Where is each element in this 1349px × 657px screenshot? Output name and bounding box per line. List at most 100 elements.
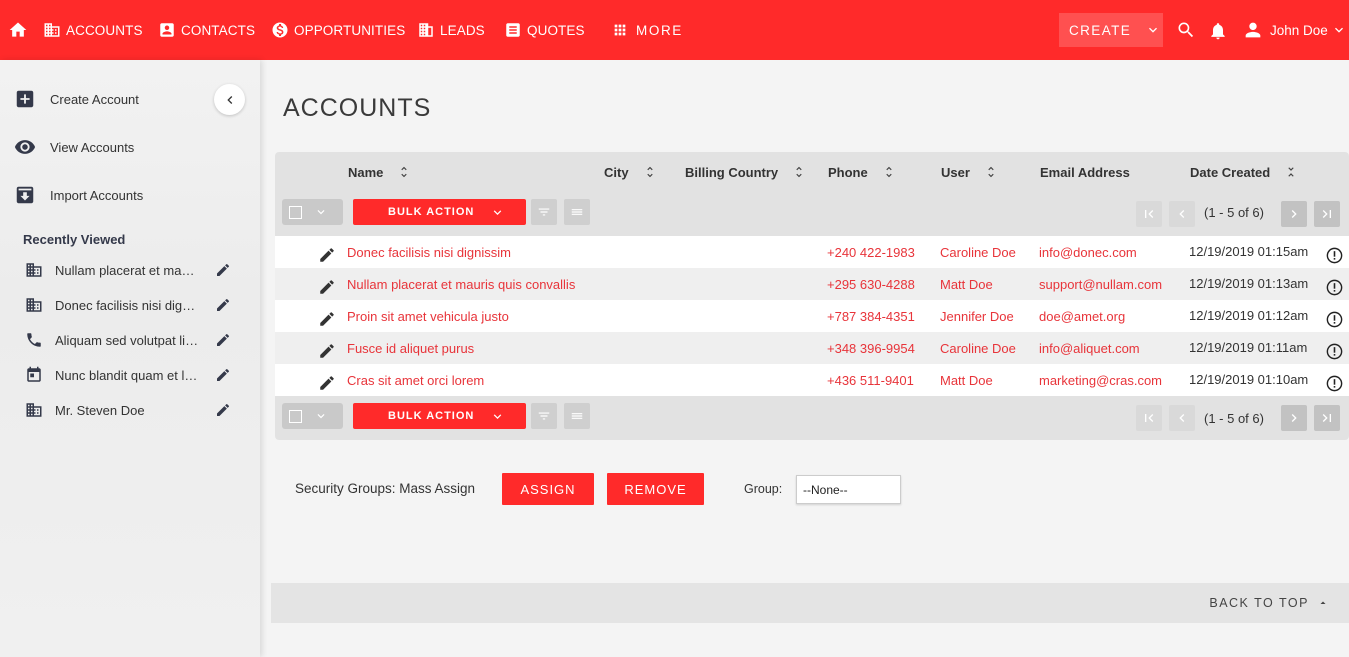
eye-icon (14, 140, 36, 154)
email-link[interactable]: doe@amet.org (1039, 309, 1125, 324)
recent-item[interactable]: Nunc blandit quam et lorem (25, 363, 240, 387)
phone-link[interactable]: +436 511-9401 (827, 373, 914, 388)
create-button[interactable]: CREATE (1059, 13, 1163, 47)
next-page-button[interactable] (1281, 405, 1307, 431)
column-chooser-button[interactable] (564, 199, 590, 225)
collapse-sidebar-button[interactable] (214, 84, 245, 115)
column-header-city[interactable]: City (604, 162, 657, 182)
column-header-label: User (941, 164, 970, 180)
info-icon[interactable] (1325, 374, 1344, 393)
back-to-top-button[interactable]: BACK TO TOP (1209, 596, 1329, 610)
pencil-icon[interactable] (215, 367, 231, 383)
remove-button[interactable]: REMOVE (607, 473, 704, 505)
next-page-button[interactable] (1281, 201, 1307, 227)
user-link[interactable]: Matt Doe (940, 277, 993, 292)
table-row[interactable]: Nullam placerat et mauris quis convallis… (275, 268, 1349, 300)
recent-item[interactable]: Mr. Steven Doe (25, 398, 240, 422)
recent-item[interactable]: Aliquam sed volutpat libero (25, 328, 240, 352)
phone-link[interactable]: +240 422-1983 (827, 245, 915, 260)
table-row[interactable]: Proin sit amet vehicula justo +787 384-4… (275, 300, 1349, 332)
select-all-checkbox[interactable] (289, 205, 302, 219)
email-link[interactable]: marketing@cras.com (1039, 373, 1162, 388)
first-page-button[interactable] (1136, 201, 1162, 227)
filter-icon (538, 412, 550, 420)
table-row[interactable]: Donec facilisis nisi dignissim +240 422-… (275, 236, 1349, 268)
account-name-link[interactable]: Cras sit amet orci lorem (347, 373, 484, 388)
column-header-user[interactable]: User (941, 162, 998, 182)
pencil-icon[interactable] (318, 342, 336, 360)
phone-link[interactable]: +787 384-4351 (827, 309, 915, 324)
account-name-link[interactable]: Nullam placerat et mauris quis convallis (347, 277, 575, 292)
pencil-icon[interactable] (215, 262, 231, 278)
group-select[interactable]: --None-- (796, 475, 901, 504)
last-page-button[interactable] (1314, 405, 1340, 431)
column-header-date-created[interactable]: Date Created (1190, 162, 1298, 182)
pencil-icon[interactable] (318, 374, 336, 392)
bulk-action-button[interactable]: BULK ACTION (353, 403, 526, 429)
phone-link[interactable]: +295 630-4288 (827, 277, 915, 292)
date-created: 12/19/2019 01:12am (1189, 308, 1309, 323)
nav-contacts[interactable]: CONTACTS (158, 0, 255, 60)
pencil-icon[interactable] (318, 246, 336, 264)
email-link[interactable]: info@aliquet.com (1039, 341, 1140, 356)
recent-item[interactable]: Nullam placerat et mauris quis convallis (25, 258, 240, 282)
home-button[interactable] (8, 0, 28, 60)
info-icon[interactable] (1325, 278, 1344, 297)
select-all-checkbox[interactable] (289, 409, 302, 423)
sidebar-view-accounts[interactable]: View Accounts (14, 135, 134, 159)
column-chooser-button[interactable] (564, 403, 590, 429)
table-row[interactable]: Cras sit amet orci lorem +436 511-9401 M… (275, 364, 1349, 396)
back-to-top-label: BACK TO TOP (1209, 596, 1309, 610)
account-name-link[interactable]: Fusce id aliquet purus (347, 341, 474, 356)
chevron-left-icon (226, 95, 232, 104)
nav-accounts[interactable]: ACCOUNTS (43, 0, 143, 60)
email-link[interactable]: info@donec.com (1039, 245, 1137, 260)
nav-leads[interactable]: LEADS (417, 0, 485, 60)
column-header-billing-country[interactable]: Billing Country (685, 162, 806, 182)
column-header-label: Email Address (1040, 164, 1130, 180)
pencil-icon[interactable] (215, 332, 231, 348)
nav-quotes[interactable]: QUOTES (504, 0, 585, 60)
account-name-link[interactable]: Proin sit amet vehicula justo (347, 309, 509, 324)
bulk-action-button[interactable]: BULK ACTION (353, 199, 526, 225)
pencil-icon[interactable] (318, 278, 336, 296)
column-header-label: Name (348, 164, 384, 180)
user-link[interactable]: Matt Doe (940, 373, 993, 388)
first-page-button[interactable] (1136, 405, 1162, 431)
assign-button[interactable]: ASSIGN (502, 473, 594, 505)
filter-button[interactable] (531, 199, 557, 225)
table-row[interactable]: Fusce id aliquet purus +348 396-9954 Car… (275, 332, 1349, 364)
document-icon (506, 23, 520, 37)
select-all-dropdown[interactable] (282, 403, 343, 429)
info-icon[interactable] (1325, 342, 1344, 361)
prev-page-button[interactable] (1169, 201, 1195, 227)
last-page-button[interactable] (1314, 201, 1340, 227)
pencil-icon[interactable] (318, 310, 336, 328)
nav-opportunities[interactable]: OPPORTUNITIES (271, 0, 405, 60)
recent-item[interactable]: Donec facilisis nisi dignissim (25, 293, 240, 317)
select-all-dropdown[interactable] (282, 199, 343, 225)
pencil-icon[interactable] (215, 297, 231, 313)
sidebar-create-account[interactable]: Create Account (14, 87, 139, 111)
user-link[interactable]: Caroline Doe (940, 245, 1016, 260)
email-link[interactable]: support@nullam.com (1039, 277, 1162, 292)
search-button[interactable] (1176, 20, 1196, 40)
info-icon[interactable] (1325, 246, 1344, 265)
user-link[interactable]: Jennifer Doe (940, 309, 1014, 324)
column-header-email[interactable]: Email Address (1040, 162, 1130, 182)
column-header-phone[interactable]: Phone (828, 162, 896, 182)
prev-page-button[interactable] (1169, 405, 1195, 431)
nav-more[interactable]: MORE (612, 0, 683, 60)
column-header-label: Date Created (1190, 164, 1271, 180)
user-link[interactable]: Caroline Doe (940, 341, 1016, 356)
sidebar-import-accounts[interactable]: Import Accounts (14, 183, 143, 207)
filter-button[interactable] (531, 403, 557, 429)
notifications-button[interactable] (1208, 21, 1228, 41)
pencil-icon[interactable] (215, 402, 231, 418)
user-menu[interactable]: John Doe (1242, 0, 1347, 60)
phone-link[interactable]: +348 396-9954 (827, 341, 915, 356)
info-icon[interactable] (1325, 310, 1344, 329)
account-name-link[interactable]: Donec facilisis nisi dignissim (347, 245, 511, 260)
pagination-count: (1 - 5 of 6) (1204, 411, 1264, 426)
column-header-name[interactable]: Name (348, 162, 411, 182)
